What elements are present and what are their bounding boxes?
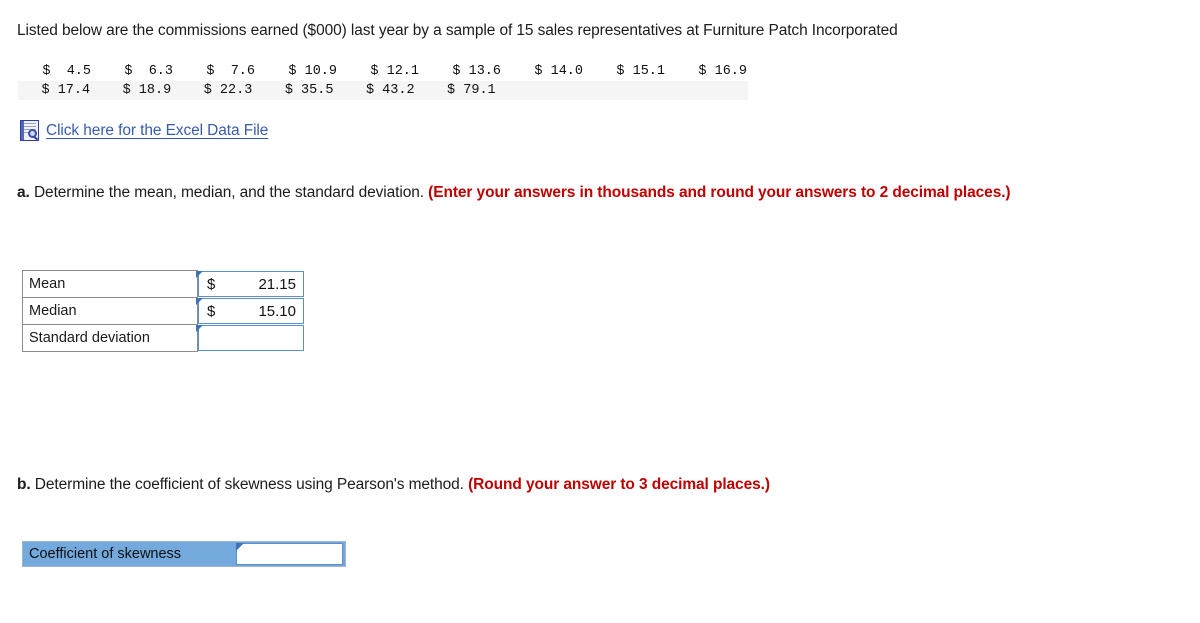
question-a-hint: (Enter your answers in thousands and rou… — [428, 184, 1011, 201]
coefficient-of-skewness-input[interactable] — [236, 543, 343, 565]
question-b-letter: b. — [17, 476, 31, 493]
cell-flag-icon — [196, 325, 203, 332]
cell-flag-icon — [196, 298, 203, 305]
data-cell: $ 16.9 — [698, 64, 747, 79]
cell-flag-icon — [236, 543, 244, 551]
mean-input[interactable]: $ 21.15 — [196, 271, 304, 297]
question-b-hint: (Round your answer to 3 decimal places.) — [468, 476, 770, 493]
question-a-letter: a. — [17, 184, 30, 201]
currency-symbol: $ — [207, 275, 216, 293]
median-value: 15.10 — [258, 302, 296, 320]
excel-file-icon — [20, 120, 39, 141]
answers-table-b: Coefficient of skewness — [22, 541, 346, 567]
data-cell: $ 4.5 — [42, 64, 91, 79]
commissions-data-table: $ 4.5 $ 6.3 $ 7.6 $ 10.9 $ 12.1 $ 13.6 $… — [18, 62, 756, 100]
data-row: $ 17.4 $ 18.9 $ 22.3 $ 35.5 $ 43.2 $ 79.… — [18, 81, 748, 100]
answer-input-cell-coefficient-of-skewness[interactable] — [232, 542, 345, 566]
excel-data-file-link[interactable]: Click here for the Excel Data File — [20, 120, 268, 141]
table-row: Median $ 15.10 — [22, 297, 306, 325]
answer-input-cell-standard-deviation[interactable] — [196, 325, 306, 352]
data-cell: $ 14.0 — [534, 64, 583, 79]
answer-label-coefficient-of-skewness: Coefficient of skewness — [23, 542, 232, 566]
question-a: a. Determine the mean, median, and the s… — [17, 181, 1127, 205]
answer-label-standard-deviation: Standard deviation — [22, 324, 198, 352]
answer-input-cell-median[interactable]: $ 15.10 — [196, 298, 306, 325]
table-row: Standard deviation — [22, 324, 306, 352]
magnifier-handle-icon — [32, 135, 38, 140]
data-cell: $ 15.1 — [616, 64, 665, 79]
question-b: b. Determine the coefficient of skewness… — [17, 473, 1017, 497]
answer-label-mean: Mean — [22, 270, 198, 298]
data-cell: $ 22.3 — [203, 83, 253, 98]
cell-flag-icon — [196, 271, 203, 278]
data-cell: $ 10.9 — [288, 64, 337, 79]
data-cell: $ 13.6 — [452, 64, 501, 79]
mean-value: 21.15 — [258, 275, 296, 293]
data-cell: $ 18.9 — [122, 83, 172, 98]
data-cell: $ 7.6 — [206, 64, 255, 79]
page-prompt: Listed below are the commissions earned … — [17, 22, 898, 39]
data-row: $ 4.5 $ 6.3 $ 7.6 $ 10.9 $ 12.1 $ 13.6 $… — [18, 62, 756, 81]
answer-label-median: Median — [22, 297, 198, 325]
question-a-text: Determine the mean, median, and the stan… — [33, 184, 424, 201]
question-b-text: Determine the coefficient of skewness us… — [34, 476, 464, 493]
answers-table-a: Mean $ 21.15 Median $ 15.10 Standard dev… — [22, 270, 306, 352]
data-cell: $ 43.2 — [365, 83, 415, 98]
standard-deviation-input[interactable] — [196, 325, 304, 351]
data-cell: $ 79.1 — [447, 83, 496, 98]
data-cell: $ 35.5 — [284, 83, 334, 98]
data-cell: $ 17.4 — [41, 83, 91, 98]
data-cell: $ 6.3 — [124, 64, 173, 79]
answer-input-cell-mean[interactable]: $ 21.15 — [196, 271, 306, 298]
currency-symbol: $ — [207, 302, 216, 320]
data-cell: $ 12.1 — [370, 64, 419, 79]
excel-link-label[interactable]: Click here for the Excel Data File — [46, 122, 268, 140]
median-input[interactable]: $ 15.10 — [196, 298, 304, 324]
table-row: Mean $ 21.15 — [22, 270, 306, 298]
